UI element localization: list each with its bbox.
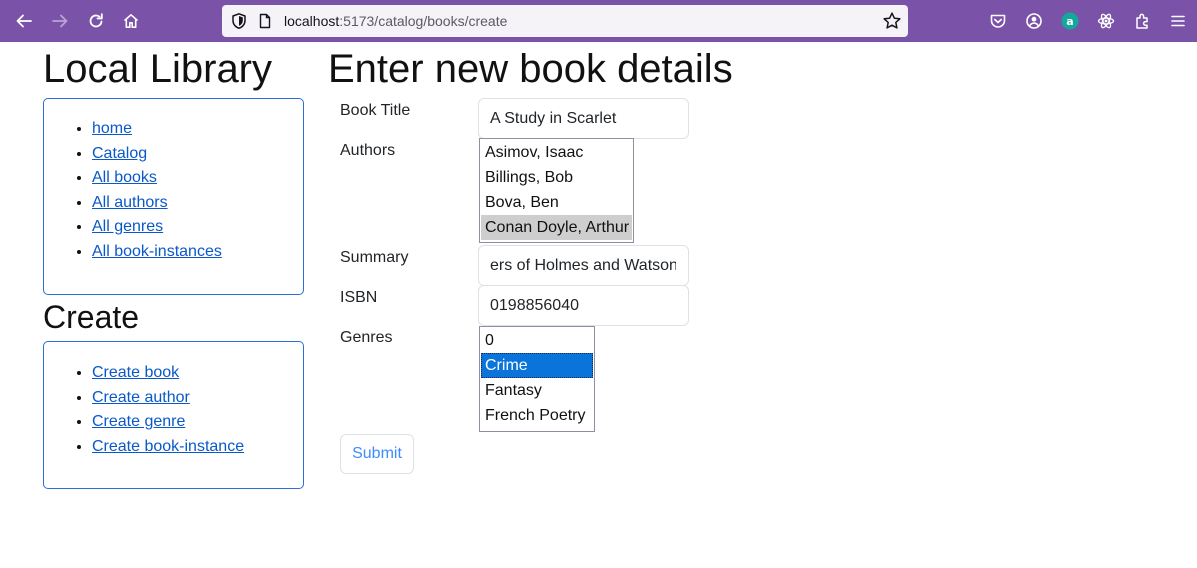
author-option[interactable]: Billings, Bob — [481, 165, 632, 190]
isbn-label: ISBN — [340, 289, 378, 306]
nav-list: home Catalog All books All authors All g… — [44, 99, 303, 264]
forward-arrow-icon[interactable] — [46, 7, 74, 35]
nav-item: Catalog — [92, 142, 303, 167]
url-path: :5173/catalog/books/create — [339, 13, 508, 29]
account-icon[interactable] — [1020, 7, 1048, 35]
authors-select[interactable]: Asimov, Isaac Billings, Bob Bova, Ben Co… — [479, 138, 634, 243]
author-option[interactable]: Bova, Ben — [481, 190, 632, 215]
genre-option[interactable]: Fantasy — [481, 378, 593, 403]
author-option-selected[interactable]: Conan Doyle, Arthur — [481, 215, 632, 240]
genre-option-selected[interactable]: Crime — [481, 353, 593, 378]
genre-option[interactable]: 0 — [481, 328, 593, 353]
nav-item: home — [92, 117, 303, 142]
nav-box: home Catalog All books All authors All g… — [43, 98, 304, 295]
create-item: Create genre — [92, 410, 303, 435]
book-title-input[interactable] — [478, 98, 689, 139]
page-title: Enter new book details — [328, 47, 733, 91]
genre-option[interactable]: French Poetry — [481, 403, 593, 428]
create-item: Create author — [92, 386, 303, 411]
create-book-link[interactable]: Create book — [92, 364, 179, 381]
nav-item: All authors — [92, 191, 303, 216]
submit-button[interactable]: Submit — [340, 434, 414, 474]
react-icon[interactable] — [1092, 7, 1120, 35]
nav-item: All books — [92, 166, 303, 191]
create-author-link[interactable]: Create author — [92, 389, 190, 406]
url-bar[interactable]: localhost:5173/catalog/books/create — [222, 5, 908, 37]
create-box: Create book Create author Create genre C… — [43, 341, 304, 489]
svg-text:a: a — [1066, 15, 1073, 28]
authors-label: Authors — [340, 142, 396, 159]
nav-link-all-books[interactable]: All books — [92, 169, 157, 186]
shield-icon[interactable] — [230, 12, 248, 30]
author-option[interactable]: Asimov, Isaac — [481, 140, 632, 165]
create-book-instance-link[interactable]: Create book-instance — [92, 438, 244, 455]
summary-input[interactable] — [478, 245, 689, 286]
create-item: Create book-instance — [92, 435, 303, 460]
browser-toolbar: localhost:5173/catalog/books/create a — [0, 0, 1197, 42]
nav-link-all-book-instances[interactable]: All book-instances — [92, 243, 222, 260]
create-genre-link[interactable]: Create genre — [92, 413, 185, 430]
create-section-title: Create — [43, 299, 140, 335]
nav-link-all-genres[interactable]: All genres — [92, 218, 163, 235]
create-list: Create book Create author Create genre C… — [44, 342, 303, 459]
nav-link-home[interactable]: home — [92, 120, 132, 137]
nav-link-all-authors[interactable]: All authors — [92, 194, 168, 211]
extensions-icon[interactable] — [1128, 7, 1156, 35]
summary-label: Summary — [340, 249, 409, 266]
genres-label: Genres — [340, 329, 393, 346]
genres-select[interactable]: 0 Crime Fantasy French Poetry — [479, 326, 595, 432]
home-icon[interactable] — [117, 7, 145, 35]
nav-item: All genres — [92, 215, 303, 240]
nav-link-catalog[interactable]: Catalog — [92, 145, 147, 162]
back-arrow-icon[interactable] — [10, 7, 38, 35]
create-item: Create book — [92, 361, 303, 386]
pocket-icon[interactable] — [984, 7, 1012, 35]
nav-item: All book-instances — [92, 240, 303, 265]
extension-a-icon[interactable]: a — [1056, 7, 1084, 35]
reload-icon[interactable] — [82, 7, 110, 35]
menu-icon[interactable] — [1164, 7, 1192, 35]
site-title: Local Library — [43, 47, 273, 91]
star-icon[interactable] — [882, 11, 902, 31]
url-host: localhost — [284, 13, 340, 29]
url-text[interactable]: localhost:5173/catalog/books/create — [284, 13, 507, 29]
book-title-label: Book Title — [340, 102, 411, 119]
page-icon[interactable] — [257, 13, 273, 29]
isbn-input[interactable] — [478, 285, 689, 326]
